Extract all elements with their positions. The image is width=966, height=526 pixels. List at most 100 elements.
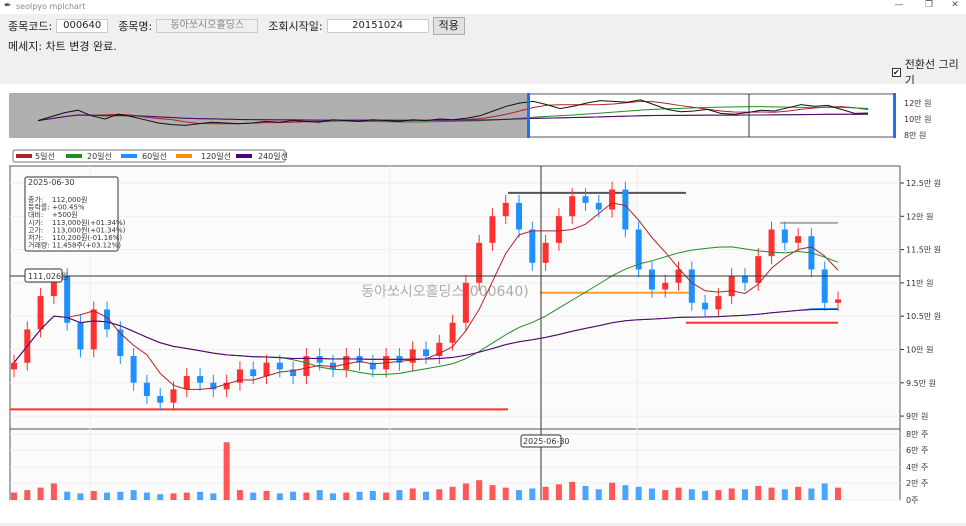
tooltip-value: 11,458주(+03.12%) bbox=[52, 242, 121, 250]
legend-label: 240일선 bbox=[258, 152, 288, 161]
candle-body bbox=[715, 296, 722, 310]
apply-button[interactable]: 적용 bbox=[432, 17, 465, 35]
volume-bar bbox=[476, 480, 483, 500]
volume-bar bbox=[157, 494, 164, 500]
price-axis-label: 12만 원 bbox=[906, 212, 933, 221]
crosshair-price-label: 111,026원 bbox=[28, 272, 68, 281]
title-bar: ✒ seolpyo mplchart — ❐ ✕ bbox=[0, 0, 966, 14]
candle-body bbox=[197, 376, 204, 383]
overview-left-handle[interactable] bbox=[527, 93, 530, 138]
volume-bar bbox=[662, 490, 669, 500]
volume-bar bbox=[236, 490, 243, 500]
volume-bar bbox=[462, 483, 469, 500]
volume-axis-label: 2만 주 bbox=[906, 479, 928, 488]
volume-bar bbox=[675, 487, 682, 500]
candle-body bbox=[622, 189, 629, 230]
start-date-label: 조회시작일: bbox=[268, 20, 323, 33]
candle-body bbox=[555, 216, 562, 243]
candle-body bbox=[609, 189, 616, 210]
candle-body bbox=[781, 229, 788, 243]
code-input[interactable]: 000640 bbox=[56, 19, 109, 33]
volume-bar bbox=[795, 486, 802, 500]
volume-bar bbox=[64, 491, 71, 500]
candle-body bbox=[662, 282, 669, 290]
volume-bar bbox=[276, 493, 283, 500]
tooltip-date: 2025-06-30 bbox=[28, 178, 75, 187]
volume-bar bbox=[755, 485, 762, 500]
candle-body bbox=[276, 362, 283, 370]
volume-axis-label: 6만 주 bbox=[906, 446, 928, 455]
close-button[interactable]: ✕ bbox=[944, 0, 966, 10]
volume-bar bbox=[197, 491, 204, 500]
volume-axis-label: 8만 주 bbox=[906, 430, 928, 439]
legend-label: 5일선 bbox=[35, 152, 55, 161]
start-date-input[interactable]: 20151024 bbox=[326, 19, 429, 33]
volume-bar bbox=[316, 490, 323, 500]
price-axis-label: 10만 원 bbox=[906, 346, 933, 355]
volume-bar bbox=[170, 493, 177, 500]
legend-swatch bbox=[236, 154, 252, 158]
legend-label: 60일선 bbox=[142, 152, 167, 161]
price-axis-label: 12.5만 원 bbox=[906, 179, 941, 188]
volume-bar bbox=[436, 489, 443, 500]
legend-swatch bbox=[66, 154, 82, 158]
volume-bar bbox=[130, 490, 137, 500]
volume-bar bbox=[303, 492, 310, 500]
candle-body bbox=[489, 216, 496, 243]
candle-body bbox=[130, 356, 137, 383]
volume-bar bbox=[90, 490, 97, 500]
candle-body bbox=[516, 202, 523, 230]
volume-bar bbox=[449, 486, 456, 500]
volume-bar bbox=[542, 486, 549, 500]
volume-bar bbox=[635, 486, 642, 500]
candle-body bbox=[529, 229, 536, 263]
candle-body bbox=[795, 236, 802, 243]
volume-bar bbox=[688, 489, 695, 500]
price-axis-label: 10.5만 원 bbox=[906, 312, 941, 321]
volume-bar bbox=[516, 490, 523, 500]
volume-bar bbox=[104, 492, 111, 500]
volume-bar bbox=[715, 490, 722, 500]
candle-body bbox=[476, 242, 483, 283]
candle-body bbox=[688, 269, 695, 303]
overview-right-handle[interactable] bbox=[893, 93, 896, 138]
checkbox-box[interactable]: ✔ bbox=[892, 67, 901, 77]
volume-bar bbox=[622, 485, 629, 500]
candle-body bbox=[263, 362, 270, 377]
maximize-button[interactable]: ❐ bbox=[918, 0, 940, 10]
overview-axis-label: 10만 원 bbox=[904, 115, 931, 124]
overview-axis-label: 12만 원 bbox=[904, 99, 931, 108]
legend-swatch bbox=[121, 154, 137, 158]
tooltip-label: 거래량: bbox=[28, 241, 50, 250]
candle-body bbox=[648, 269, 655, 290]
status-message: 메세지: 차트 변경 완료. bbox=[8, 40, 117, 53]
chart-canvas[interactable]: 12만 원 10만 원 8만 원 5일선 20일선 60일선 120일선 240일선 12.5만… bbox=[0, 84, 966, 523]
candle-body bbox=[423, 349, 429, 357]
minimize-button[interactable]: — bbox=[888, 0, 910, 10]
volume-bar bbox=[768, 487, 775, 500]
candle-body bbox=[303, 356, 310, 377]
volume-bar bbox=[569, 481, 576, 500]
watermark-text: 동아쏘시오홀딩스(000640) bbox=[361, 284, 528, 300]
volume-bar bbox=[728, 488, 735, 500]
volume-bar bbox=[263, 490, 270, 500]
chart-area[interactable]: 12만 원 10만 원 8만 원 5일선 20일선 60일선 120일선 240일선 12.5만… bbox=[0, 84, 966, 523]
candle-body bbox=[250, 369, 257, 377]
volume-bar bbox=[808, 488, 815, 500]
name-label: 종목명: bbox=[118, 20, 153, 33]
legend-label: 120일선 bbox=[201, 152, 231, 161]
volume-bar bbox=[555, 484, 562, 500]
candle-body bbox=[90, 309, 97, 350]
volume-bar bbox=[77, 493, 84, 500]
volume-bar bbox=[648, 488, 655, 500]
price-axis-label: 11.5만 원 bbox=[906, 246, 941, 255]
legend-label: 20일선 bbox=[87, 152, 112, 161]
volume-bar bbox=[343, 492, 350, 500]
candle-body bbox=[64, 276, 71, 323]
volume-bar bbox=[595, 489, 602, 500]
candle-body bbox=[462, 282, 469, 323]
price-axis-label: 9만 원 bbox=[906, 412, 928, 421]
candle-body bbox=[143, 382, 150, 397]
candle-body bbox=[37, 296, 44, 330]
volume-axis-label: 0주 bbox=[906, 496, 918, 505]
